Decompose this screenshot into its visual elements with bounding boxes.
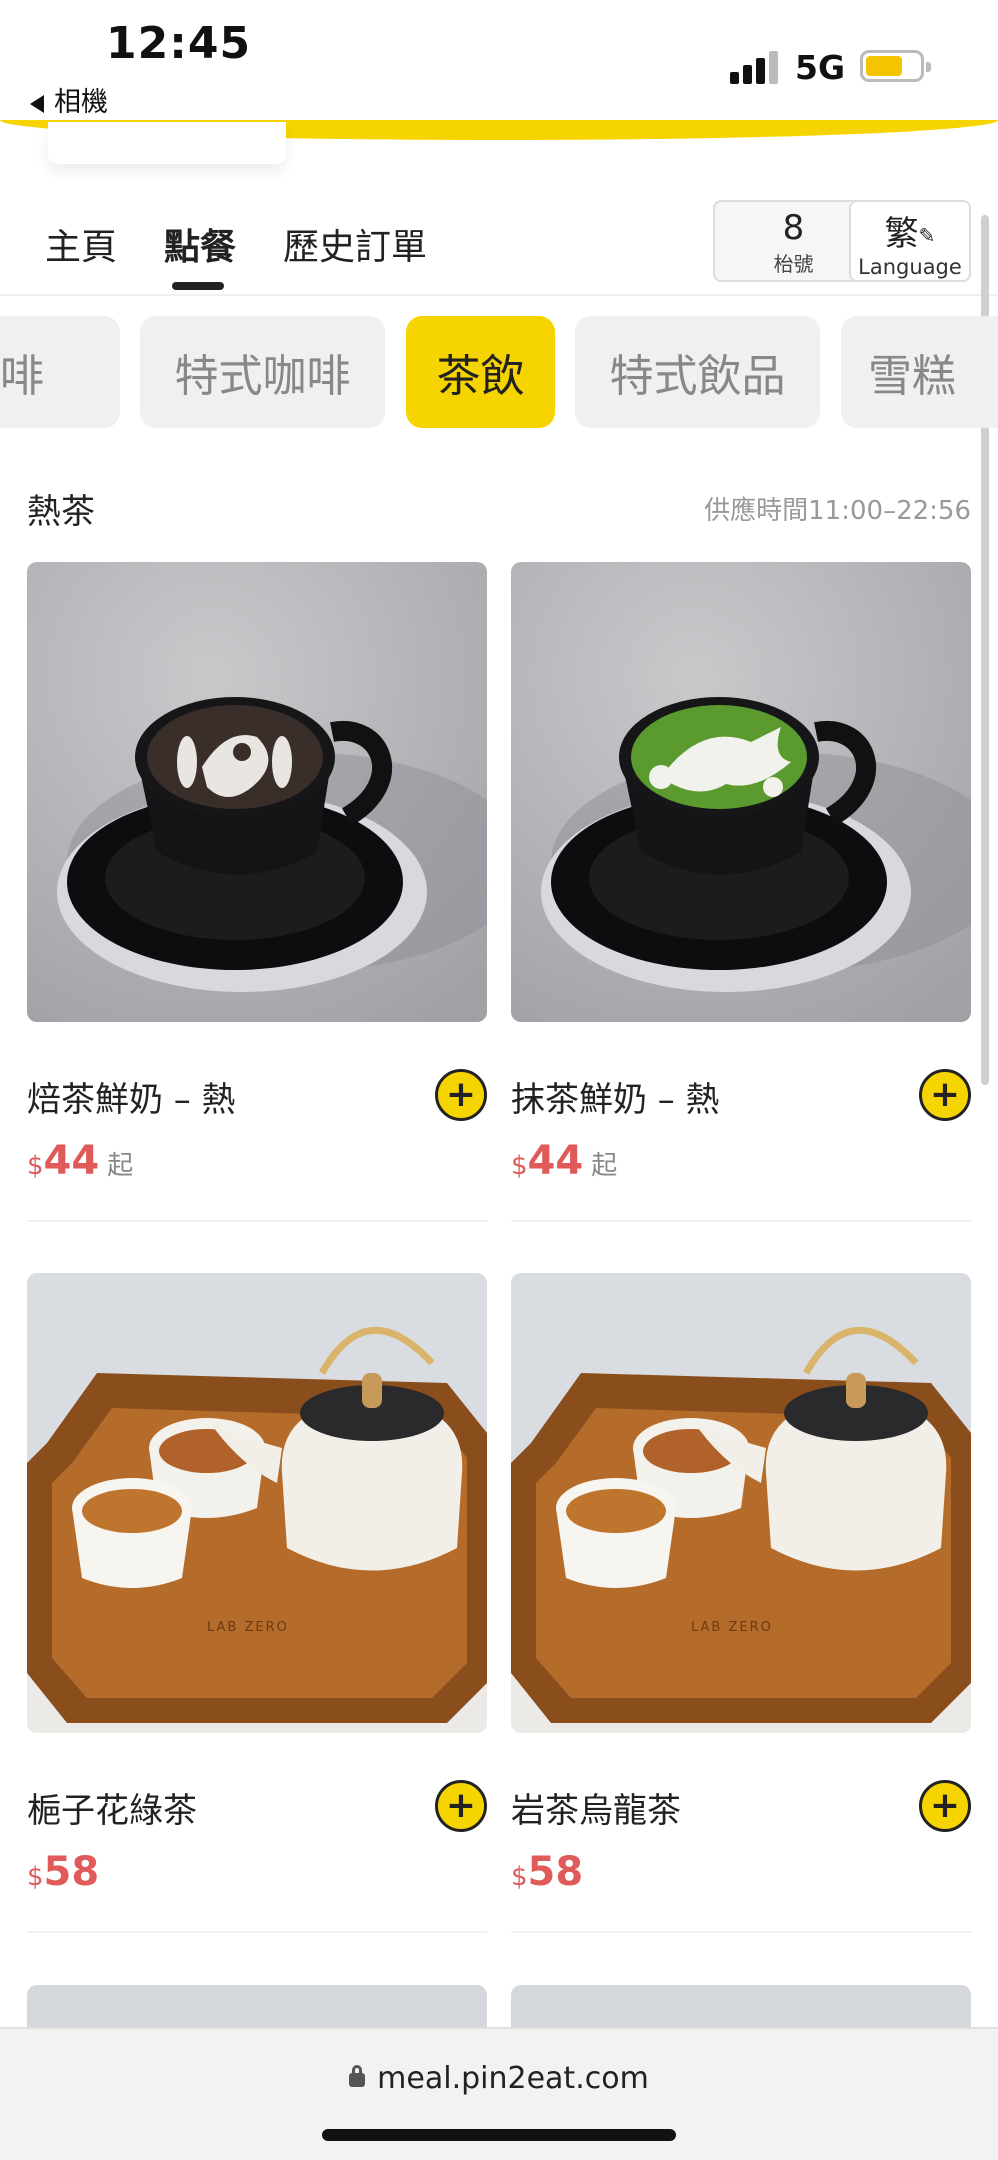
section-hours: 供應時間11:00–22:56	[704, 496, 971, 526]
product-price: $58	[27, 1849, 99, 1895]
back-triangle-icon	[30, 94, 44, 113]
product-image[interactable]: LAB ZERO	[511, 1273, 971, 1733]
product-price: $44 起	[27, 1138, 133, 1184]
language-current: 繁	[884, 214, 919, 254]
price-currency: $	[511, 1151, 528, 1181]
card-divider	[27, 1931, 487, 1933]
product-card[interactable]: LAB ZERO 岩茶烏龍茶 + $58	[511, 1273, 971, 1933]
tab-order[interactable]: 點餐	[164, 218, 236, 270]
network-label: 5G	[795, 48, 846, 87]
plus-icon: +	[929, 1074, 961, 1115]
product-card[interactable]: 抹茶鮮奶 – 熱 + $44 起	[511, 562, 971, 1222]
address-bar[interactable]: meal.pin2eat.com	[0, 2061, 998, 2096]
language-label: Language	[858, 255, 962, 279]
price-suffix: 起	[107, 1151, 134, 1181]
category-tea[interactable]: 茶飲	[406, 316, 555, 428]
back-app-label: 相機	[54, 87, 108, 118]
active-tab-indicator	[172, 282, 224, 290]
url-text: meal.pin2eat.com	[377, 2061, 649, 2096]
product-name: 抹茶鮮奶 – 熱	[511, 1080, 720, 1120]
price-currency: $	[511, 1862, 528, 1892]
signal-icon	[730, 50, 780, 84]
category-special-coffee[interactable]: 特式咖啡	[140, 316, 385, 428]
product-image[interactable]	[27, 562, 487, 1022]
price-amount: 44	[527, 1138, 584, 1184]
product-price: $58	[511, 1849, 583, 1895]
category-special-drinks[interactable]: 特式飲品	[575, 316, 820, 428]
header-tab	[48, 122, 286, 164]
card-divider	[27, 1220, 487, 1222]
price-amount: 58	[527, 1849, 584, 1895]
tray-brand-label: LAB ZERO	[691, 1620, 773, 1635]
product-card[interactable]: 焙茶鮮奶 – 熱 + $44 起	[27, 562, 487, 1222]
add-to-cart-button[interactable]: +	[435, 1780, 487, 1832]
tab-order-history[interactable]: 歷史訂單	[283, 218, 427, 270]
status-bar: 12:45 相機 5G	[0, 0, 998, 122]
pencil-icon: ✎	[918, 223, 936, 248]
add-to-cart-button[interactable]: +	[435, 1069, 487, 1121]
category-coffee[interactable]: 咖啡	[0, 316, 120, 428]
main-nav: 主頁 點餐 歷史訂單 8 枱號 繁✎ Language	[0, 190, 998, 296]
card-divider	[511, 1931, 971, 1933]
product-card[interactable]: LAB ZERO 梔子花綠茶 + $58	[27, 1273, 487, 1933]
tray-brand-label: LAB ZERO	[207, 1620, 289, 1635]
price-currency: $	[27, 1151, 44, 1181]
status-time: 12:45	[106, 18, 252, 69]
plus-icon: +	[929, 1785, 961, 1826]
product-price: $44 起	[511, 1138, 617, 1184]
tab-home[interactable]: 主頁	[45, 218, 117, 270]
product-name: 梔子花綠茶	[27, 1791, 197, 1831]
product-name: 焙茶鮮奶 – 熱	[27, 1080, 236, 1120]
add-to-cart-button[interactable]: +	[919, 1780, 971, 1832]
category-ice-cream[interactable]: 雪糕	[841, 316, 998, 428]
price-amount: 44	[43, 1138, 100, 1184]
category-bar: 咖啡 特式咖啡 茶飲 特式飲品 雪糕	[0, 316, 998, 430]
price-amount: 58	[43, 1849, 100, 1895]
product-name: 岩茶烏龍茶	[511, 1791, 681, 1831]
card-divider	[511, 1220, 971, 1222]
browser-bar: meal.pin2eat.com	[0, 2027, 998, 2160]
product-image[interactable]: LAB ZERO	[27, 1273, 487, 1733]
back-to-app-link[interactable]: 相機	[30, 80, 108, 119]
price-suffix: 起	[591, 1151, 618, 1181]
battery-icon	[860, 50, 931, 82]
price-currency: $	[27, 1862, 44, 1892]
plus-icon: +	[445, 1785, 477, 1826]
product-image[interactable]	[511, 562, 971, 1022]
lock-icon	[349, 2064, 366, 2087]
section-title: 熱茶	[27, 492, 95, 532]
add-to-cart-button[interactable]: +	[919, 1069, 971, 1121]
language-button[interactable]: 繁✎ Language	[849, 200, 971, 282]
plus-icon: +	[445, 1074, 477, 1115]
home-indicator[interactable]	[322, 2129, 676, 2141]
